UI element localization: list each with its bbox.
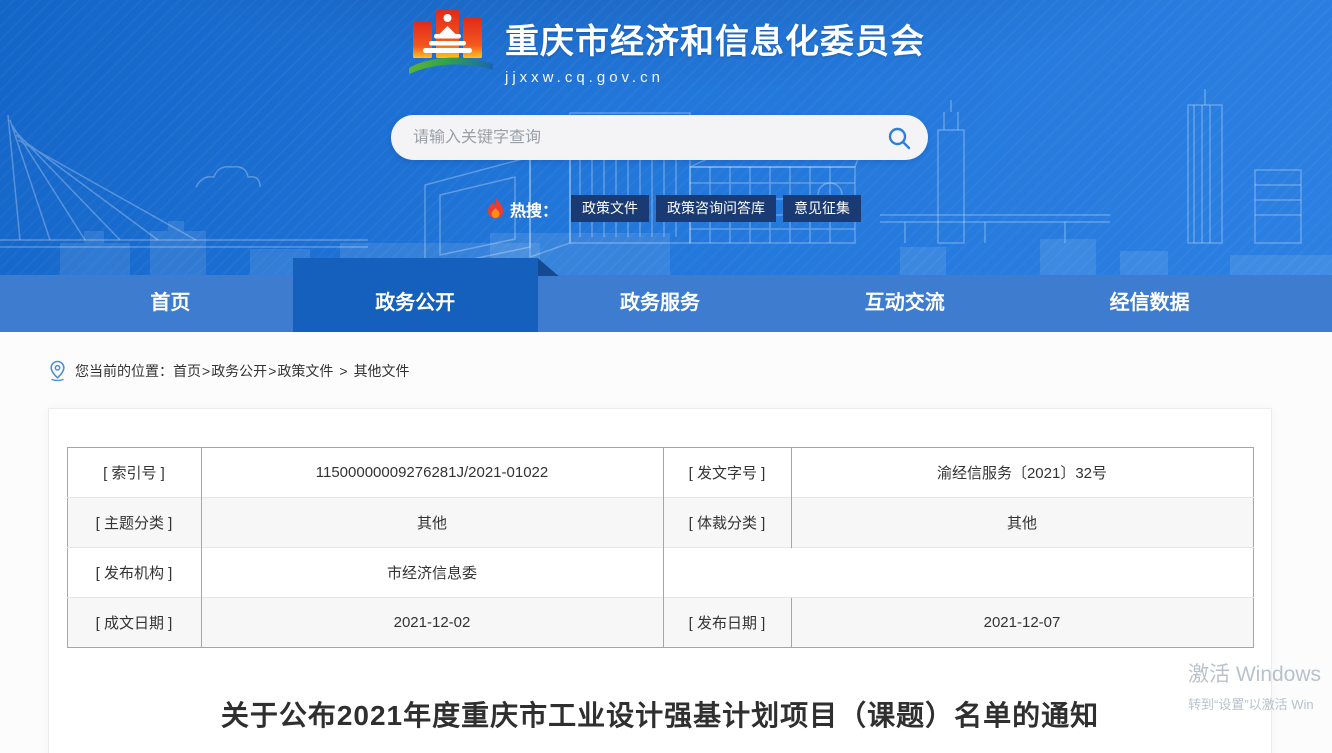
nav-item-gov-service[interactable]: 政务服务	[538, 275, 783, 332]
meta-empty-cell	[663, 548, 791, 598]
search-input[interactable]	[391, 129, 886, 147]
site-url: jjxxw.cq.gov.cn	[505, 69, 925, 86]
nav-item-interaction[interactable]: 互动交流	[782, 275, 1027, 332]
meta-label-pub-org: [ 发布机构 ]	[67, 548, 201, 598]
meta-row-dates: [ 成文日期 ] 2021-12-02 [ 发布日期 ] 2021-12-07	[67, 598, 1253, 648]
crumb-other-files[interactable]: 其他文件	[354, 361, 410, 381]
location-pin-icon	[48, 360, 67, 381]
search-button[interactable]	[886, 125, 928, 151]
meta-row-index: [ 索引号 ] 11500000009276281J/2021-01022 [ …	[67, 448, 1253, 498]
flame-icon	[487, 198, 504, 219]
doc-meta-table: [ 索引号 ] 11500000009276281J/2021-01022 [ …	[67, 447, 1254, 648]
nav-item-label: 政务公开	[375, 292, 455, 314]
crumb-gov-open[interactable]: 政务公开	[211, 361, 267, 381]
meta-value-genre-class: 其他	[791, 498, 1253, 548]
meta-value-doc-no: 渝经信服务〔2021〕32号	[791, 448, 1253, 498]
hot-search-row: 热搜： 政策文件 政策咨询问答库 意见征集	[487, 195, 861, 222]
hot-tag-policy-qa[interactable]: 政策咨询问答库	[656, 195, 776, 222]
meta-label-written-date: [ 成文日期 ]	[67, 598, 201, 648]
meta-label-topic-class: [ 主题分类 ]	[67, 498, 201, 548]
meta-label-doc-no: [ 发文字号 ]	[663, 448, 791, 498]
meta-value-publish-date: 2021-12-07	[791, 598, 1253, 648]
meta-value-pub-org: 市经济信息委	[201, 548, 663, 598]
crumb-separator: >	[339, 363, 347, 379]
meta-row-category: [ 主题分类 ] 其他 [ 体裁分类 ] 其他	[67, 498, 1253, 548]
meta-value-topic-class: 其他	[201, 498, 663, 548]
meta-label-genre-class: [ 体裁分类 ]	[663, 498, 791, 548]
nav-item-econ-data[interactable]: 经信数据	[1027, 275, 1272, 332]
crumb-separator: >	[268, 363, 276, 379]
search-icon	[886, 125, 912, 151]
hot-tag-opinion-collect[interactable]: 意见征集	[783, 195, 861, 222]
site-brand: 重庆市经济和信息化委员会 jjxxw.cq.gov.cn	[0, 6, 1332, 86]
content-card: [ 索引号 ] 11500000009276281J/2021-01022 [ …	[48, 408, 1272, 753]
nav-item-gov-open[interactable]: 政务公开	[293, 258, 538, 332]
site-title: 重庆市经济和信息化委员会	[505, 14, 925, 63]
meta-label-publish-date: [ 发布日期 ]	[663, 598, 791, 648]
meta-value-written-date: 2021-12-02	[201, 598, 663, 648]
hot-tag-policy-files[interactable]: 政策文件	[571, 195, 649, 222]
meta-label-index-no: [ 索引号 ]	[67, 448, 201, 498]
meta-empty-cell	[791, 548, 1253, 598]
meta-value-index-no: 11500000009276281J/2021-01022	[201, 448, 663, 498]
crumb-home[interactable]: 首页	[173, 361, 201, 381]
crumb-separator: >	[202, 363, 210, 379]
banner-cityscape	[0, 75, 1332, 275]
hot-search-label: 热搜：	[510, 197, 558, 221]
main-nav: 首页 政务公开 政务服务 互动交流 经信数据	[0, 275, 1332, 332]
site-logo-icon	[407, 6, 495, 78]
breadcrumb: 您当前的位置： 首页 > 政务公开 > 政策文件 > 其他文件	[48, 360, 410, 381]
nav-item-home[interactable]: 首页	[48, 275, 293, 332]
site-banner: 重庆市经济和信息化委员会 jjxxw.cq.gov.cn 热搜： 政策文件 政策…	[0, 0, 1332, 275]
article-title: 关于公布2021年度重庆市工业设计强基计划项目（课题）名单的通知	[49, 694, 1271, 734]
breadcrumb-prefix: 您当前的位置：	[75, 361, 173, 381]
search-bar	[391, 115, 928, 160]
meta-row-publisher: [ 发布机构 ] 市经济信息委	[67, 548, 1253, 598]
crumb-policy-files[interactable]: 政策文件	[277, 361, 333, 381]
